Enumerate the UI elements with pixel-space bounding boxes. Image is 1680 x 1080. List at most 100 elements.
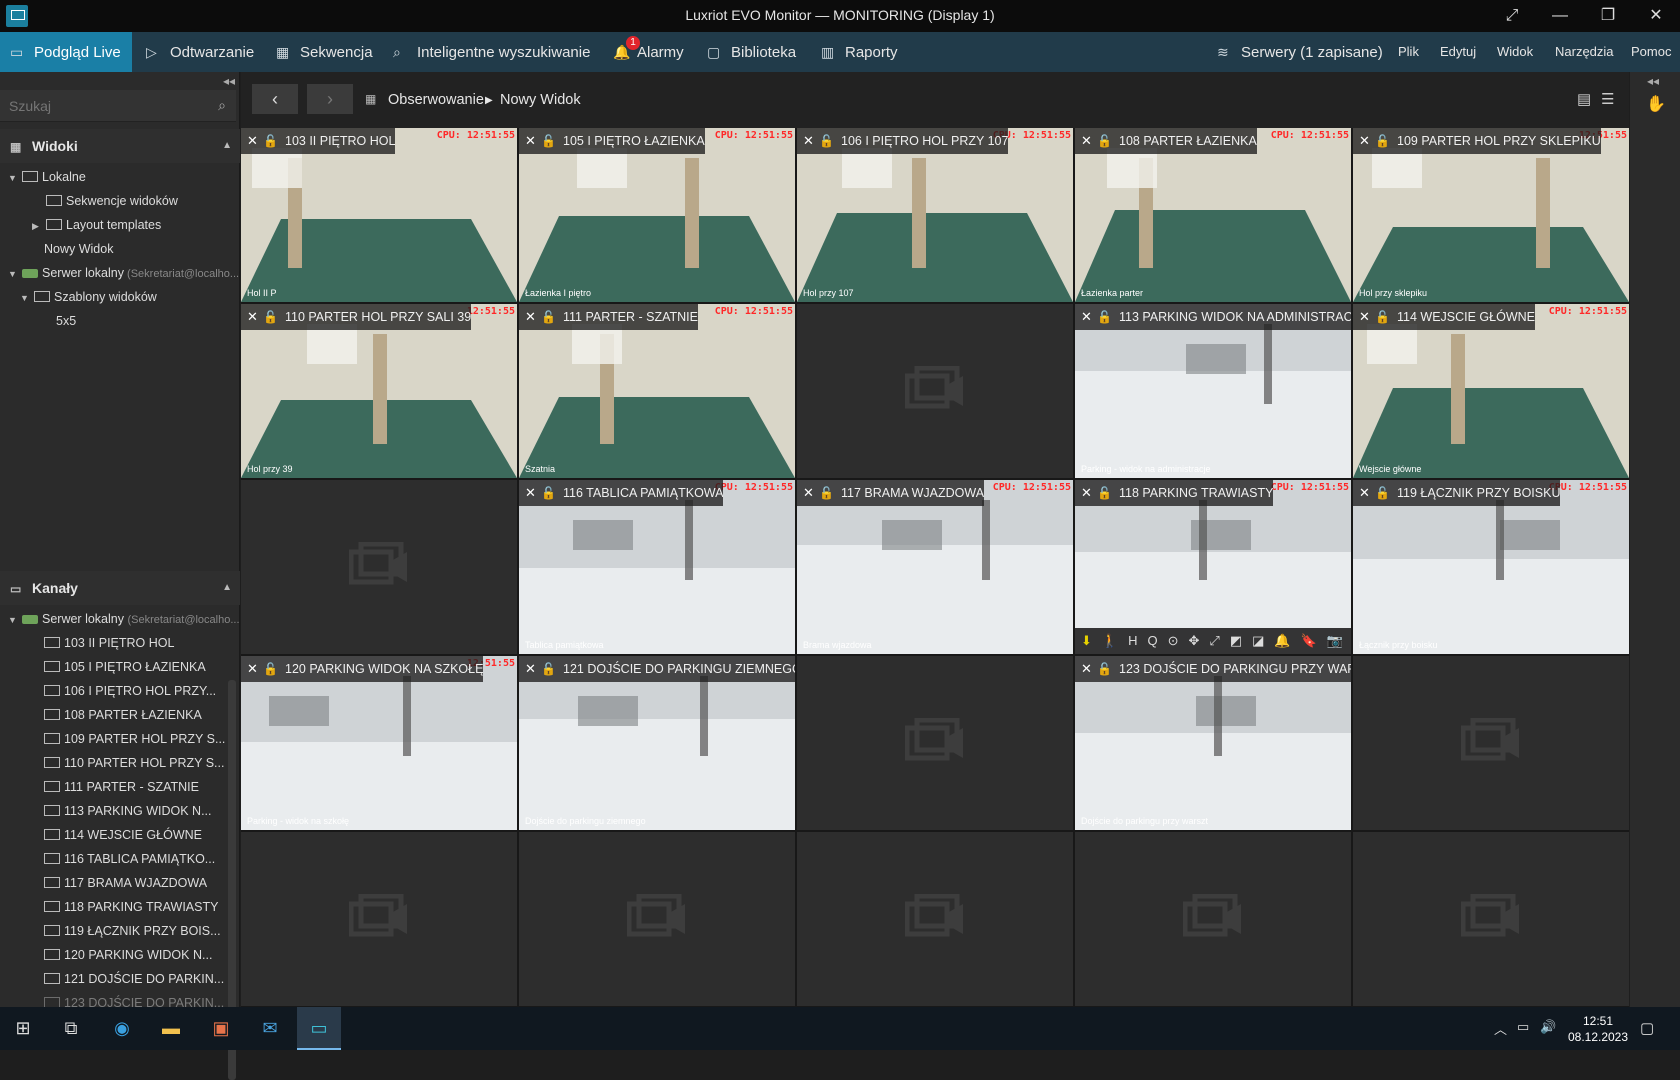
camera-tile[interactable]: CPU: 12:51:55 ✕ 🔓 103 II PIĘTRO HOL Hol II P xyxy=(241,128,517,302)
channel-item[interactable]: 118 PARKING TRAWIASTY xyxy=(0,895,240,919)
tab-library[interactable]: ▢ Biblioteka xyxy=(707,32,796,72)
menu-tools[interactable]: Narzędzia xyxy=(1555,32,1614,72)
camera-tile[interactable]: 12:51:55 ✕ 🔓 109 PARTER HOL PRZY SKLEPIKU Ho… xyxy=(1353,128,1629,302)
channel-item[interactable]: 108 PARTER ŁAZIENKA xyxy=(0,703,240,727)
empty-tile[interactable] xyxy=(1353,832,1629,1006)
digital-zoom-icon[interactable]: ⤢ xyxy=(1209,633,1229,648)
collapse-right-icon[interactable]: ◂◂ xyxy=(1647,74,1659,88)
camera-tile[interactable]: CPU: 12:51:55 ✕ 🔓 106 I PIĘTRO HOL PRZY 107… xyxy=(797,128,1073,302)
menu-list-icon[interactable]: ☰ xyxy=(1601,90,1614,108)
view-tree-item[interactable]: Sekwencje widoków xyxy=(0,189,240,213)
close-tile-icon[interactable]: ✕ xyxy=(803,128,819,154)
menu-file[interactable]: Plik xyxy=(1398,32,1419,72)
close-tile-icon[interactable]: ✕ xyxy=(1359,304,1375,330)
file-explorer-icon[interactable]: ▬ xyxy=(158,1015,184,1041)
start-icon[interactable]: ⊞ xyxy=(10,1015,36,1041)
fullscreen-icon[interactable]: ⤢ xyxy=(1497,4,1527,28)
lock-icon[interactable]: 🔓 xyxy=(1375,480,1397,506)
close-tile-icon[interactable]: ✕ xyxy=(803,480,819,506)
close-tile-icon[interactable]: ✕ xyxy=(1081,128,1097,154)
lock-icon[interactable]: 🔓 xyxy=(263,128,285,154)
channel-item[interactable]: 121 DOJŚCIE DO PARKIN... xyxy=(0,967,240,991)
video-feed[interactable] xyxy=(241,304,517,478)
channel-item[interactable]: 117 BRAMA WJAZDOWA xyxy=(0,871,240,895)
forward-button[interactable]: › xyxy=(307,84,353,114)
channel-item[interactable]: 105 I PIĘTRO ŁAZIENKA xyxy=(0,655,240,679)
video-feed[interactable] xyxy=(519,304,795,478)
camera-tile[interactable]: ✕ 🔓 121 DOJŚCIE DO PARKINGU ZIEMNEGO Dojści… xyxy=(519,656,795,830)
mail-icon[interactable]: ✉ xyxy=(257,1015,283,1041)
camera-tile[interactable]: CPU: 12:51:55 ✕ 🔓 114 WEJSCIE GŁÓWNE Wejscie… xyxy=(1353,304,1629,478)
close-tile-icon[interactable]: ✕ xyxy=(247,128,263,154)
luxriot-taskbar-icon[interactable]: ▭ xyxy=(297,1007,341,1050)
lock-icon[interactable]: 🔓 xyxy=(1097,304,1119,330)
camera-tile[interactable]: CPU: 12:51:55 ✕ 🔓 119 ŁĄCZNIK PRZY BOISKU Łą… xyxy=(1353,480,1629,654)
expand-toggle-icon[interactable]: ▼ xyxy=(8,166,20,189)
view-tree-item[interactable]: ▼ Lokalne xyxy=(0,165,240,189)
tray-chevron-icon[interactable]: ︿ xyxy=(1494,1019,1507,1038)
quality-toggle[interactable]: HQ xyxy=(1128,633,1168,648)
person-icon[interactable]: 🚶 xyxy=(1102,633,1128,648)
expand-toggle-icon[interactable]: ▶ xyxy=(32,214,44,237)
close-tile-icon[interactable]: ✕ xyxy=(247,656,263,682)
lock-icon[interactable]: 🔓 xyxy=(541,480,563,506)
empty-tile[interactable] xyxy=(797,832,1073,1006)
close-tile-icon[interactable]: ✕ xyxy=(1081,304,1097,330)
collapse-views-icon[interactable]: ▲ xyxy=(222,129,232,163)
lock-icon[interactable]: 🔓 xyxy=(819,480,841,506)
clock[interactable]: 12:51 08.12.2023 xyxy=(1562,1013,1634,1045)
video-feed[interactable] xyxy=(241,128,517,302)
image-adjust-icon[interactable]: ◩ xyxy=(1230,633,1252,648)
empty-tile[interactable] xyxy=(797,304,1073,478)
tab-live[interactable]: ▭ Podgląd Live xyxy=(0,32,132,72)
lock-icon[interactable]: 🔓 xyxy=(1097,128,1119,154)
collapse-channels-icon[interactable]: ▲ xyxy=(222,571,232,605)
video-feed[interactable] xyxy=(797,128,1073,302)
tab-reports[interactable]: ▥ Raporty xyxy=(821,32,898,72)
close-button[interactable]: ✕ xyxy=(1641,4,1671,28)
empty-tile[interactable] xyxy=(519,832,795,1006)
video-feed[interactable] xyxy=(519,128,795,302)
view-tree-item[interactable]: Nowy Widok xyxy=(0,237,259,303)
minimize-button[interactable]: — xyxy=(1545,4,1575,28)
channel-item[interactable]: 114 WEJSCIE GŁÓWNE xyxy=(0,823,240,847)
channel-item[interactable]: 113 PARKING WIDOK N... xyxy=(0,799,240,823)
empty-tile[interactable] xyxy=(241,832,517,1006)
channel-item[interactable]: 116 TABLICA PAMIĄTKO... xyxy=(0,847,240,871)
snapshot-icon[interactable]: 📷 xyxy=(1327,633,1351,648)
notifications-icon[interactable]: ▢ xyxy=(1640,1019,1654,1037)
tab-smart-search[interactable]: ⌕ Inteligentne wyszukiwanie xyxy=(393,32,590,72)
edge-icon[interactable]: ◉ xyxy=(109,1015,135,1041)
channels-server-row[interactable]: ▼ Serwer lokalny (Sekretariat@localho... xyxy=(0,607,240,631)
view-tree-item[interactable]: ▼ Szablony widoków xyxy=(0,285,240,309)
camera-tile[interactable]: CPU: 12:51:55 ✕ 🔓 117 BRAMA WJAZDOWA Brama w… xyxy=(797,480,1073,654)
channel-item[interactable]: 106 I PIĘTRO HOL PRZY... xyxy=(0,679,240,703)
lock-icon[interactable]: 🔓 xyxy=(1097,656,1119,682)
camera-tile[interactable]: 12:51:55 ✕ 🔓 110 PARTER HOL PRZY SALI 39 Hol… xyxy=(241,304,517,478)
breadcrumb-current[interactable]: Nowy Widok xyxy=(500,92,581,108)
empty-tile[interactable] xyxy=(1353,656,1629,830)
ptz-move-icon[interactable]: ✥ xyxy=(1189,633,1210,648)
views-panel-header[interactable]: ▦ Widoki ▲ xyxy=(0,129,240,163)
bookmark-icon[interactable]: 🔖 xyxy=(1301,633,1327,648)
tab-alarms[interactable]: 🔔 Alarmy xyxy=(613,32,684,72)
close-tile-icon[interactable]: ✕ xyxy=(1359,128,1375,154)
expand-toggle-icon[interactable]: ▼ xyxy=(20,286,32,309)
download-icon[interactable]: ⬇ xyxy=(1081,633,1102,648)
alarm-icon[interactable]: 🔔 xyxy=(1274,633,1300,648)
empty-tile[interactable] xyxy=(797,656,1073,830)
menu-help[interactable]: Pomoc xyxy=(1631,32,1671,72)
ptz-icon[interactable]: ✋ xyxy=(1646,94,1666,114)
lock-icon[interactable]: 🔓 xyxy=(263,656,285,682)
lock-icon[interactable]: 🔓 xyxy=(1375,128,1397,154)
breadcrumb-root[interactable]: Obserwowanie xyxy=(388,92,484,108)
lock-icon[interactable]: 🔓 xyxy=(541,656,563,682)
channels-panel-header[interactable]: ▭ Kanały ▲ xyxy=(0,571,240,605)
lock-icon[interactable]: 🔓 xyxy=(819,128,841,154)
channel-item[interactable]: 111 PARTER - SZATNIE xyxy=(0,775,240,799)
camera-tile[interactable]: CPU: 12:51:55 ✕ 🔓 108 PARTER ŁAZIENKA Łazien… xyxy=(1075,128,1351,302)
playback-icon[interactable]: ⊙ xyxy=(1168,633,1189,648)
video-feed[interactable] xyxy=(1075,656,1351,830)
store-icon[interactable]: ▣ xyxy=(208,1015,234,1041)
search-input[interactable] xyxy=(0,90,200,122)
